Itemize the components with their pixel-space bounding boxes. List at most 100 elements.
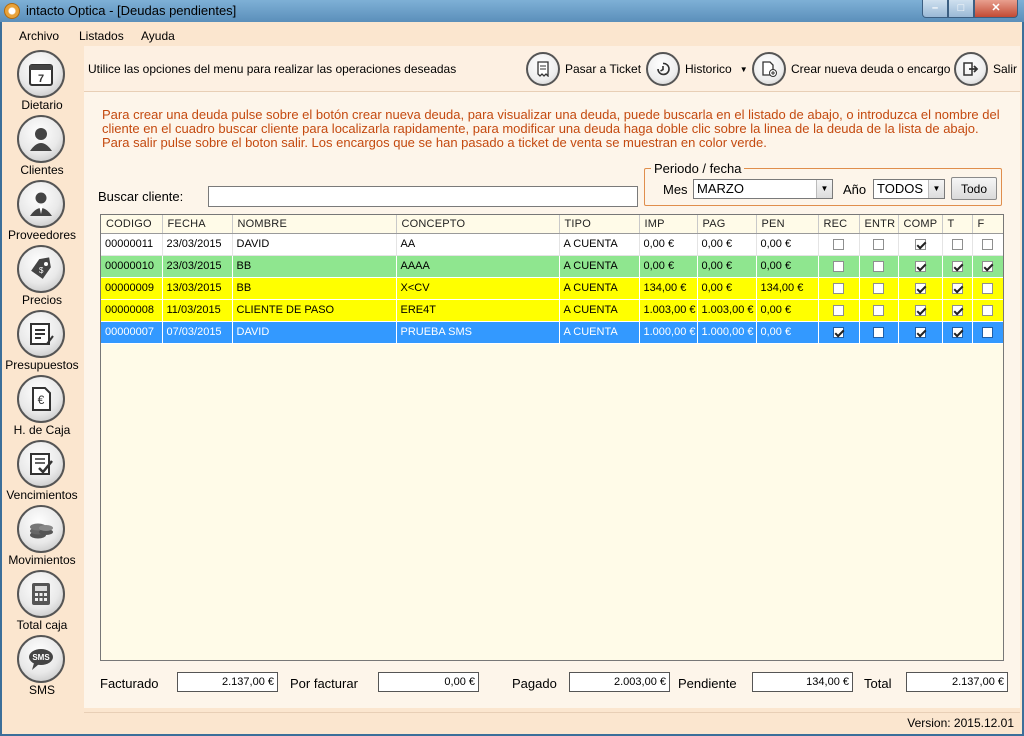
- rec-checkbox[interactable]: [833, 238, 844, 250]
- todo-button[interactable]: Todo: [951, 177, 997, 200]
- svg-text:€: €: [38, 393, 45, 407]
- column-header[interactable]: CODIGO: [101, 215, 163, 234]
- sidebar-item-total-caja[interactable]: Total caja: [2, 570, 82, 635]
- chevron-down-icon[interactable]: ▼: [740, 65, 748, 74]
- column-header[interactable]: IMP: [639, 215, 698, 234]
- cell-f: [972, 255, 1003, 278]
- ano-select[interactable]: TODOS ▼: [873, 179, 945, 199]
- rec-checkbox[interactable]: [833, 326, 844, 338]
- table-row[interactable]: 00000009 13/03/2015 BB X<CV A CUENTA 134,00 €…: [101, 277, 1003, 300]
- column-header[interactable]: FECHA: [162, 215, 233, 234]
- cell-pag: 0,00 €: [697, 255, 757, 278]
- crear-deuda-button[interactable]: Crear nueva deuda o encargo: [752, 52, 950, 86]
- cell-f: [972, 233, 1003, 256]
- f-checkbox[interactable]: [982, 304, 993, 316]
- comp-checkbox[interactable]: [914, 304, 926, 316]
- comp-checkbox[interactable]: [914, 238, 926, 250]
- cell-imp: 1.000,00 €: [639, 321, 698, 344]
- t-checkbox[interactable]: [951, 238, 963, 250]
- minimize-button[interactable]: –: [922, 0, 948, 18]
- sidebar-item-label: Clientes: [20, 163, 64, 177]
- entr-checkbox[interactable]: [873, 260, 884, 272]
- f-checkbox[interactable]: [982, 282, 993, 294]
- column-header[interactable]: TIPO: [559, 215, 640, 234]
- column-header[interactable]: F: [972, 215, 1003, 234]
- cell-pag: 1.003,00 €: [697, 299, 757, 322]
- t-checkbox[interactable]: [951, 326, 963, 338]
- cell-f: [972, 299, 1003, 322]
- menu-ayuda[interactable]: Ayuda: [141, 29, 175, 43]
- column-header[interactable]: PAG: [697, 215, 757, 234]
- menu-listados[interactable]: Listados: [79, 29, 124, 43]
- por-facturar-value: 0,00 €: [378, 672, 479, 692]
- sidebar-item-dietario[interactable]: 7 Dietario: [2, 50, 82, 115]
- svg-text:$: $: [39, 266, 44, 275]
- sidebar-item-proveedores[interactable]: Proveedores: [2, 180, 82, 245]
- f-checkbox[interactable]: [982, 260, 993, 272]
- rec-checkbox[interactable]: [833, 260, 844, 272]
- close-button[interactable]: ✕: [974, 0, 1018, 18]
- chevron-down-icon[interactable]: ▼: [816, 180, 832, 198]
- cell-rec: [818, 277, 860, 300]
- svg-text:7: 7: [38, 73, 44, 85]
- column-header[interactable]: T: [942, 215, 973, 234]
- sms-bubble-icon: SMS: [17, 635, 65, 683]
- table-row[interactable]: 00000010 23/03/2015 BB AAAA A CUENTA 0,00 €0,…: [101, 255, 1003, 278]
- cell-tipo: A CUENTA: [559, 277, 640, 300]
- periodo-legend: Periodo / fecha: [651, 161, 745, 176]
- window-title: intacto Optica - [Deudas pendientes]: [26, 3, 237, 18]
- column-header[interactable]: CONCEPTO: [396, 215, 560, 234]
- chevron-down-icon[interactable]: ▼: [928, 180, 944, 198]
- deudas-table[interactable]: CODIGO FECHA NOMBRE CONCEPTO TIPO IMP PA…: [100, 214, 1004, 661]
- sidebar-item-h-de-caja[interactable]: € H. de Caja: [2, 375, 82, 440]
- cell-rec: [818, 299, 860, 322]
- sidebar-item-sms[interactable]: SMS SMS: [2, 635, 82, 700]
- f-checkbox[interactable]: [982, 326, 993, 338]
- historico-button[interactable]: Historico ▼: [646, 52, 748, 86]
- column-header[interactable]: REC: [818, 215, 860, 234]
- menu-bar: Archivo Listados Ayuda: [2, 22, 1022, 44]
- cell-t: [942, 277, 973, 300]
- sidebar-item-clientes[interactable]: Clientes: [2, 115, 82, 180]
- cell-tipo: A CUENTA: [559, 299, 640, 322]
- t-checkbox[interactable]: [951, 304, 963, 316]
- sidebar-item-presupuestos[interactable]: Presupuestos: [2, 310, 82, 375]
- ticket-icon: [526, 52, 560, 86]
- salir-button[interactable]: Salir: [954, 52, 1017, 86]
- table-row[interactable]: 00000011 23/03/2015 DAVID AA A CUENTA 0,00 €0…: [101, 233, 1003, 256]
- cell-comp: [898, 277, 943, 300]
- search-client-input[interactable]: [208, 186, 638, 207]
- column-header[interactable]: NOMBRE: [232, 215, 397, 234]
- sidebar-item-vencimientos[interactable]: Vencimientos: [2, 440, 82, 505]
- cell-f: [972, 277, 1003, 300]
- rec-checkbox[interactable]: [833, 304, 844, 316]
- cell-comp: [898, 255, 943, 278]
- comp-checkbox[interactable]: [914, 282, 926, 294]
- maximize-button[interactable]: □: [948, 0, 974, 18]
- pasar-a-ticket-button[interactable]: Pasar a Ticket: [526, 52, 641, 86]
- cell-comp: [898, 321, 943, 344]
- column-header[interactable]: ENTR: [859, 215, 899, 234]
- salir-label: Salir: [993, 62, 1018, 76]
- mes-select[interactable]: MARZO ▼: [693, 179, 833, 199]
- rec-checkbox[interactable]: [833, 282, 844, 294]
- t-checkbox[interactable]: [951, 282, 963, 294]
- entr-checkbox[interactable]: [873, 304, 884, 316]
- f-checkbox[interactable]: [982, 238, 993, 250]
- cell-pen: 0,00 €: [756, 321, 819, 344]
- table-row[interactable]: 00000007 07/03/2015 DAVID PRUEBA SMS A CUENT…: [101, 321, 1003, 344]
- sidebar-item-movimientos[interactable]: Movimientos: [2, 505, 82, 570]
- table-row[interactable]: 00000008 11/03/2015 CLIENTE DE PASO ERE4T A …: [101, 299, 1003, 322]
- comp-checkbox[interactable]: [914, 260, 926, 272]
- comp-checkbox[interactable]: [914, 326, 926, 338]
- entr-checkbox[interactable]: [873, 326, 884, 338]
- entr-checkbox[interactable]: [873, 282, 884, 294]
- menu-archivo[interactable]: Archivo: [19, 29, 59, 43]
- sidebar-item-precios[interactable]: $ Precios: [2, 245, 82, 310]
- entr-checkbox[interactable]: [873, 238, 884, 250]
- column-header[interactable]: PEN: [756, 215, 819, 234]
- person-icon: [17, 115, 65, 163]
- cell-t: [942, 321, 973, 344]
- column-header[interactable]: COMP: [898, 215, 943, 234]
- t-checkbox[interactable]: [951, 260, 963, 272]
